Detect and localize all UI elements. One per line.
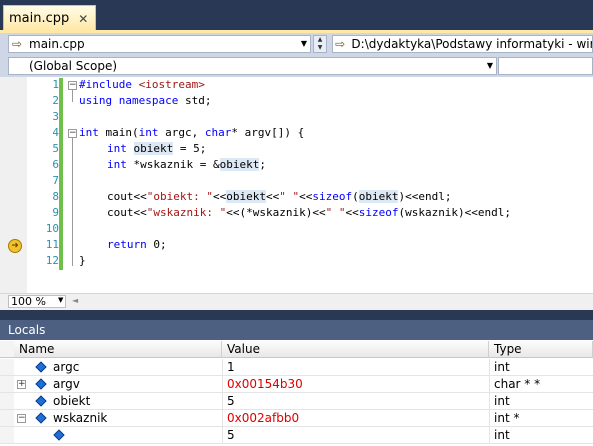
locals-title: Locals: [0, 320, 593, 340]
spin-buttons[interactable]: ▲ ▼: [313, 35, 327, 53]
chevron-down-icon[interactable]: ▼: [487, 61, 493, 70]
row-gutter: [0, 359, 14, 375]
column-header-name[interactable]: Name: [14, 341, 222, 358]
local-value[interactable]: 5: [227, 427, 235, 443]
expand-icon[interactable]: +: [17, 380, 26, 389]
code-line-5: int obiekt = 5;: [107, 142, 207, 155]
table-row[interactable]: + argv 0x00154b30 char * *: [0, 376, 593, 393]
row-header-corner: [0, 341, 14, 358]
column-divider: [489, 376, 490, 392]
member-combo[interactable]: [498, 57, 593, 75]
collapse-icon[interactable]: −: [68, 129, 77, 138]
local-name: obiekt: [53, 394, 91, 408]
column-divider: [222, 427, 223, 443]
line-number: 8: [52, 190, 59, 203]
panel-splitter[interactable]: [0, 310, 593, 320]
current-statement-arrow-icon: ➜: [8, 239, 22, 253]
line-number: 7: [52, 174, 59, 187]
line-number: 2: [52, 94, 59, 107]
table-row[interactable]: argc 1 int: [0, 359, 593, 376]
code-line-1: #include <iostream>: [79, 78, 205, 91]
scope-combo[interactable]: (Global Scope) ▼: [8, 57, 497, 75]
collapse-icon[interactable]: −: [17, 414, 26, 423]
local-type: int: [494, 394, 510, 408]
local-type: char * *: [494, 377, 541, 391]
scroll-left-icon[interactable]: ◄: [72, 296, 78, 305]
variable-icon: [36, 413, 44, 422]
column-header-value[interactable]: Value: [222, 341, 489, 358]
line-number: 12: [45, 254, 59, 267]
local-type: int: [494, 360, 510, 374]
outline-line: [72, 90, 73, 102]
tab-label: main.cpp: [9, 11, 70, 26]
tab-main-cpp[interactable]: main.cpp ✕: [3, 5, 97, 31]
editor-status-bar: [0, 293, 593, 311]
chevron-down-icon[interactable]: ▼: [58, 296, 63, 304]
line-number: 1: [52, 78, 59, 91]
code-area[interactable]: − − #include <iostream> using namespace …: [66, 77, 593, 293]
code-line-2: using namespace std;: [79, 94, 212, 107]
local-value[interactable]: 5: [227, 393, 235, 409]
column-divider: [489, 359, 490, 375]
file-combo[interactable]: ⇨ main.cpp ▼: [8, 35, 311, 53]
local-name: argc: [53, 360, 80, 374]
table-row[interactable]: 5 int: [0, 427, 593, 444]
line-number: 11: [45, 238, 59, 251]
close-icon[interactable]: ✕: [77, 13, 89, 25]
local-value[interactable]: 0x00154b30: [227, 376, 303, 392]
line-number: 3: [52, 110, 59, 123]
local-name: argv: [53, 377, 80, 391]
path-combo-value: D:\dydaktyka\Podstawy informatyki - wirt…: [351, 37, 592, 51]
local-value[interactable]: 1: [227, 359, 235, 375]
variable-icon: [36, 396, 44, 405]
line-number: 4: [52, 126, 59, 139]
column-divider: [489, 427, 490, 443]
local-value[interactable]: 0x002afbb0: [227, 410, 299, 426]
code-line-9: cout<<"wskaznik: "<<(*wskaznik)<<" "<<si…: [107, 206, 512, 219]
scope-combo-value: (Global Scope): [29, 59, 118, 73]
path-arrow-icon: ⇨: [335, 37, 346, 51]
code-line-12: }: [79, 254, 86, 267]
chevron-down-icon[interactable]: ▼: [301, 39, 307, 48]
line-number: 9: [52, 206, 59, 219]
collapse-icon[interactable]: −: [68, 81, 77, 90]
table-row[interactable]: − wskaznik 0x002afbb0 int *: [0, 410, 593, 427]
code-line-8: cout<<"obiekt: "<<obiekt<<" "<<sizeof(ob…: [107, 190, 452, 203]
line-number: 5: [52, 142, 59, 155]
column-divider: [222, 376, 223, 392]
path-combo[interactable]: ⇨ D:\dydaktyka\Podstawy informatyki - wi…: [332, 35, 593, 53]
code-line-11: return 0;: [107, 238, 167, 251]
local-type: int *: [494, 411, 520, 425]
column-divider: [489, 393, 490, 409]
row-gutter: [0, 410, 14, 426]
column-divider: [222, 359, 223, 375]
variable-icon: [36, 379, 44, 388]
line-number: 6: [52, 158, 59, 171]
column-divider: [489, 410, 490, 426]
row-gutter: [0, 393, 14, 409]
file-arrow-icon: ⇨: [11, 37, 23, 51]
table-row[interactable]: obiekt 5 int: [0, 393, 593, 410]
column-header-type[interactable]: Type: [489, 341, 593, 358]
row-gutter: [0, 376, 14, 392]
row-gutter: [0, 427, 14, 443]
column-divider: [222, 393, 223, 409]
line-number: 10: [45, 222, 59, 235]
variable-icon: [54, 430, 62, 439]
outline-line: [72, 138, 73, 266]
file-combo-value: main.cpp: [29, 37, 85, 51]
indicator-margin[interactable]: [0, 77, 27, 293]
local-type: int: [494, 428, 510, 442]
code-line-6: int *wskaznik = &obiekt;: [107, 158, 266, 171]
variable-icon: [36, 362, 44, 371]
code-line-4: int main(int argc, char* argv[]) {: [79, 126, 305, 139]
change-tracking-bar: [59, 78, 63, 270]
local-name: wskaznik: [53, 411, 108, 425]
column-divider: [222, 410, 223, 426]
line-number-gutter: 1 2 3 4 5 6 7 8 9 10 11 12: [27, 77, 63, 293]
